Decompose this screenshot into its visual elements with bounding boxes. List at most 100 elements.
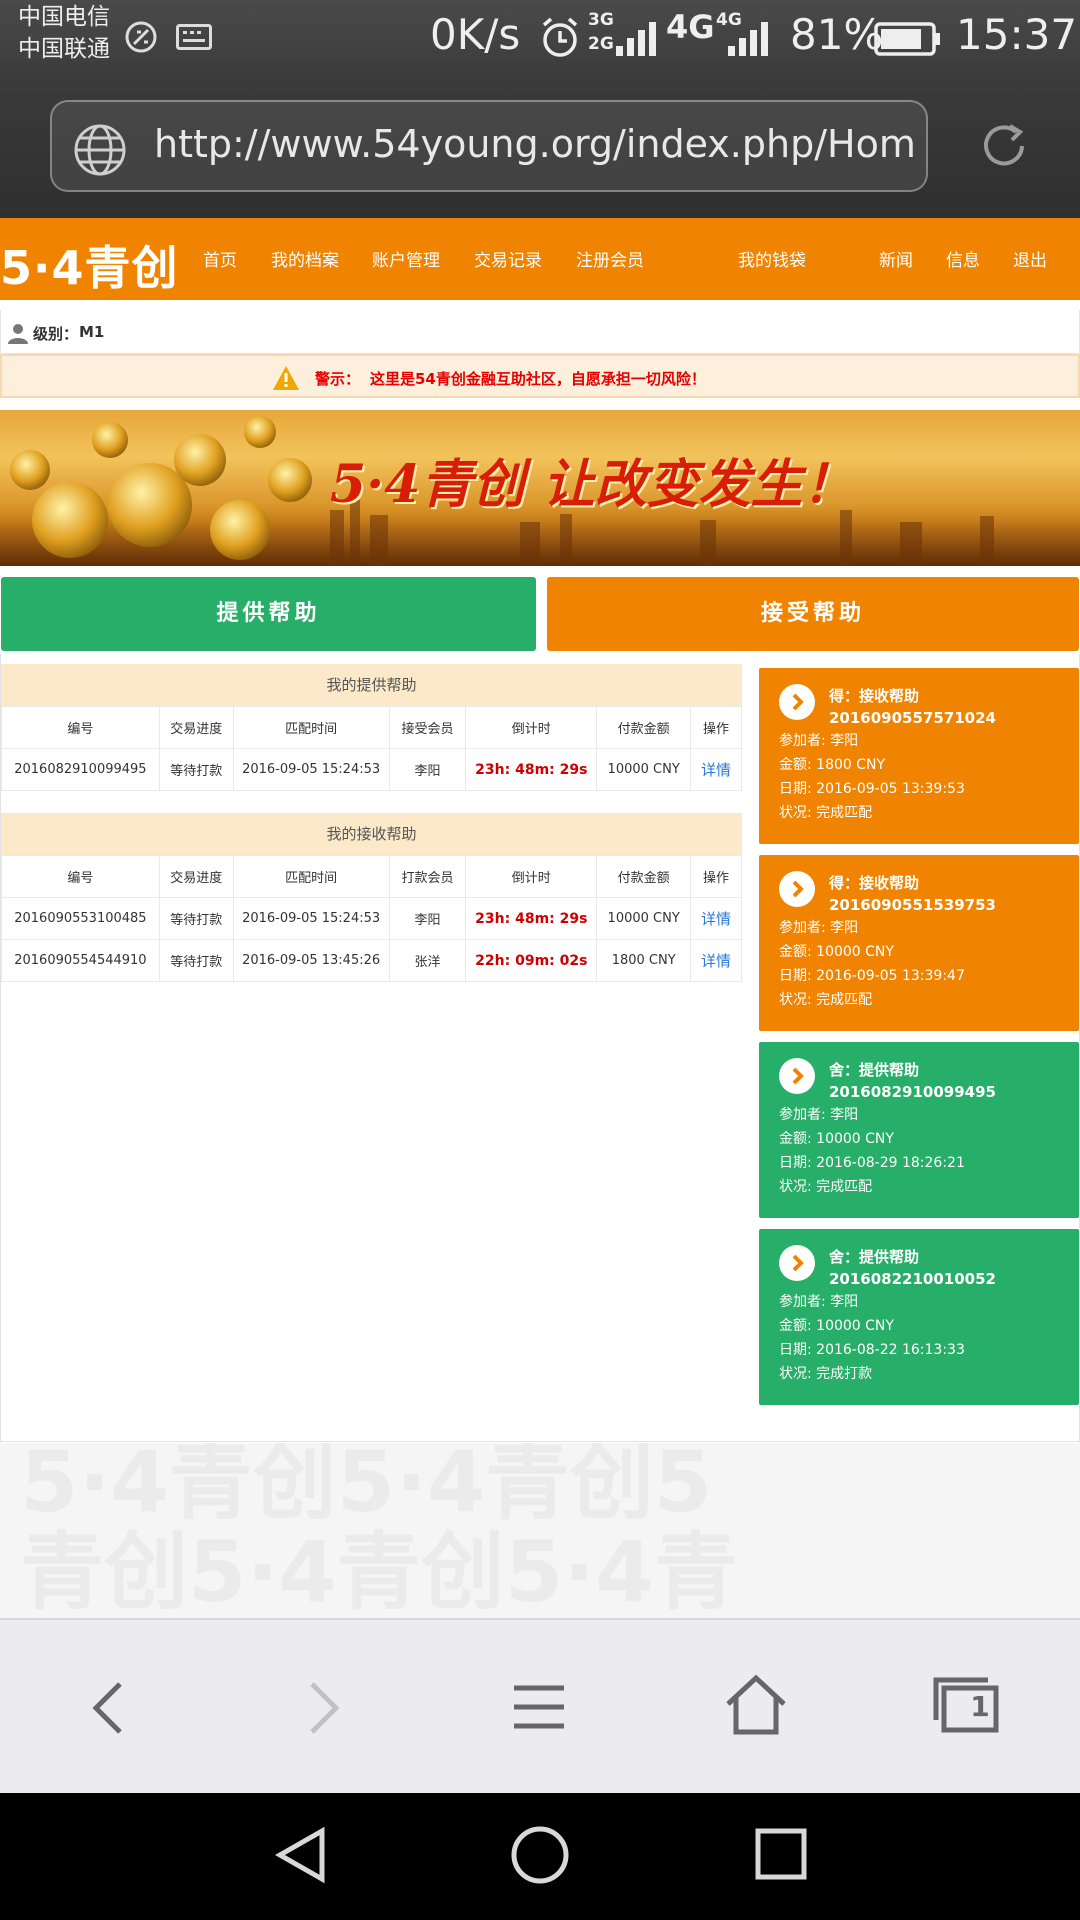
col-header: 倒计时 xyxy=(465,855,598,898)
col-header: 交易进度 xyxy=(158,855,234,898)
transaction-card[interactable]: 舍：提供帮助 2016082910099495 参加者: 李阳 金额: 1000… xyxy=(759,1042,1079,1218)
col-header: 编号 xyxy=(1,855,160,898)
card-amount: 金额: 10000 CNY xyxy=(779,944,894,960)
clock: 15:37 xyxy=(956,10,1078,59)
receive-table-title: 我的接收帮助 xyxy=(1,813,742,855)
nav-my-profile[interactable]: 我的档案 xyxy=(271,246,339,271)
chevron-right-icon xyxy=(779,871,815,907)
cell-member: 李阳 xyxy=(388,897,467,940)
col-header: 倒计时 xyxy=(465,706,598,749)
nav-register[interactable]: 注册会员 xyxy=(576,246,644,271)
menu-icon[interactable] xyxy=(512,1682,566,1732)
battery-icon xyxy=(874,22,940,56)
banner-slogan: 5·4青创 让改变发生！ xyxy=(330,454,855,515)
card-participant: 参加者: 李阳 xyxy=(779,733,859,749)
col-header: 匹配时间 xyxy=(232,855,390,898)
nav-account[interactable]: 账户管理 xyxy=(372,246,440,271)
signal-1-icon xyxy=(616,18,656,56)
usb-debug-icon xyxy=(125,21,157,53)
details-link[interactable]: 详情 xyxy=(690,897,742,940)
system-back-icon[interactable] xyxy=(272,1825,328,1885)
col-header: 付款金额 xyxy=(596,855,692,898)
card-status: 状况: 完成打款 xyxy=(779,1366,873,1382)
signal-2-icon xyxy=(728,18,768,56)
browser-chrome: 中国电信 中国联通 0K/s 3G 2G 4G 4G 81% 15:37 htt… xyxy=(0,0,1080,218)
cell-match-time: 2016-09-05 13:45:26 xyxy=(232,939,390,982)
nav-home[interactable]: 首页 xyxy=(203,246,237,271)
transaction-card[interactable]: 得：接收帮助 2016090557571024 参加者: 李阳 金额: 1800… xyxy=(759,668,1079,844)
card-date: 日期: 2016-08-29 18:26:21 xyxy=(779,1155,965,1171)
back-icon[interactable] xyxy=(84,1678,134,1738)
cell-countdown: 23h: 48m: 29s xyxy=(465,748,598,791)
card-type: 舍：提供帮助 xyxy=(829,1248,920,1266)
system-home-icon[interactable] xyxy=(510,1825,570,1885)
refresh-icon[interactable] xyxy=(978,120,1030,172)
col-header: 交易进度 xyxy=(158,706,234,749)
address-bar[interactable]: http://www.54young.org/index.php/Home... xyxy=(50,100,928,192)
cell-match-time: 2016-09-05 15:24:53 xyxy=(232,897,390,940)
warning-icon xyxy=(273,366,299,390)
card-amount: 金额: 1800 CNY xyxy=(779,757,886,773)
forward-icon[interactable] xyxy=(298,1678,348,1738)
url-text[interactable]: http://www.54young.org/index.php/Home... xyxy=(154,122,914,166)
col-header: 匹配时间 xyxy=(232,706,390,749)
cell-progress: 等待打款 xyxy=(158,748,234,791)
chevron-right-icon xyxy=(779,684,815,720)
card-id: 2016090551539753 xyxy=(829,896,996,914)
nav-messages[interactable]: 信息 xyxy=(946,246,980,271)
footer-watermark: 5·4青创5·4青创5 青创5·4青创5·4青 xyxy=(0,1443,1080,1618)
col-header: 操作 xyxy=(690,706,742,749)
cell-member: 张洋 xyxy=(388,939,467,982)
card-participant: 参加者: 李阳 xyxy=(779,1294,859,1310)
warning-bar: 警示： 这里是54青创金融互助社区，自愿承担一切风险！ xyxy=(0,354,1080,398)
cell-id: 2016090554544910 xyxy=(1,939,160,982)
site-navbar: 5·4青创 首页 我的档案 账户管理 交易记录 注册会员 我的钱袋 新闻 信息 … xyxy=(0,218,1080,300)
globe-icon xyxy=(74,124,126,176)
card-status: 状况: 完成匹配 xyxy=(779,1179,873,1195)
cell-id: 2016090553100485 xyxy=(1,897,160,940)
level-value: M1 xyxy=(79,323,105,341)
details-link[interactable]: 详情 xyxy=(690,748,742,791)
card-id: 2016082910099495 xyxy=(829,1083,996,1101)
nav-logout[interactable]: 退出 xyxy=(1013,246,1047,271)
table-header-row: 编号 交易进度 匹配时间 接受会员 倒计时 付款金额 操作 xyxy=(1,706,742,749)
cell-countdown: 22h: 09m: 02s xyxy=(465,939,598,982)
card-status: 状况: 完成匹配 xyxy=(779,992,873,1008)
card-id: 2016082210010052 xyxy=(829,1270,996,1288)
system-recents-icon[interactable] xyxy=(754,1827,808,1881)
receive-help-table: 编号 交易进度 匹配时间 打款会员 倒计时 付款金额 操作 2016090553… xyxy=(1,855,742,982)
provide-help-button[interactable]: 提供帮助 xyxy=(1,577,536,651)
card-type: 得：接收帮助 xyxy=(829,874,920,892)
chevron-right-icon xyxy=(779,1245,815,1281)
chevron-right-icon xyxy=(779,1058,815,1094)
cell-id: 2016082910099495 xyxy=(1,748,160,791)
home-icon[interactable] xyxy=(724,1674,788,1736)
transaction-card[interactable]: 舍：提供帮助 2016082210010052 参加者: 李阳 金额: 1000… xyxy=(759,1229,1079,1405)
nav-news[interactable]: 新闻 xyxy=(879,246,913,271)
table-row: 2016090553100485 等待打款 2016-09-05 15:24:5… xyxy=(1,897,742,940)
carrier-1: 中国电信 xyxy=(18,4,110,30)
receive-help-button[interactable]: 接受帮助 xyxy=(547,577,1079,651)
transaction-card[interactable]: 得：接收帮助 2016090551539753 参加者: 李阳 金额: 1000… xyxy=(759,855,1079,1031)
user-icon xyxy=(8,324,28,344)
card-type: 舍：提供帮助 xyxy=(829,1061,920,1079)
battery-percent: 81% xyxy=(790,10,884,59)
cell-countdown: 23h: 48m: 29s xyxy=(465,897,598,940)
system-navbar xyxy=(0,1793,1080,1920)
card-date: 日期: 2016-08-22 16:13:33 xyxy=(779,1342,965,1358)
keyboard-icon xyxy=(176,24,212,50)
details-link[interactable]: 详情 xyxy=(690,939,742,982)
warning-text: 这里是54青创金融互助社区，自愿承担一切风险！ xyxy=(370,370,706,388)
col-header: 编号 xyxy=(1,706,160,749)
table-header-row: 编号 交易进度 匹配时间 打款会员 倒计时 付款金额 操作 xyxy=(1,855,742,898)
provide-help-section: 我的提供帮助 编号 交易进度 匹配时间 接受会员 倒计时 付款金额 操作 201… xyxy=(1,664,742,791)
tab-count: 1 xyxy=(970,1690,990,1723)
nav-wallet[interactable]: 我的钱袋 xyxy=(738,246,806,271)
nav-transactions[interactable]: 交易记录 xyxy=(474,246,542,271)
warning-label: 警示： xyxy=(315,370,361,388)
cell-amount: 10000 CNY xyxy=(596,897,692,940)
cell-amount: 1800 CNY xyxy=(596,939,692,982)
browser-toolbar: 1 xyxy=(0,1618,1080,1793)
site-logo[interactable]: 5·4青创 xyxy=(0,232,179,298)
receive-help-section: 我的接收帮助 编号 交易进度 匹配时间 打款会员 倒计时 付款金额 操作 201… xyxy=(1,813,742,982)
